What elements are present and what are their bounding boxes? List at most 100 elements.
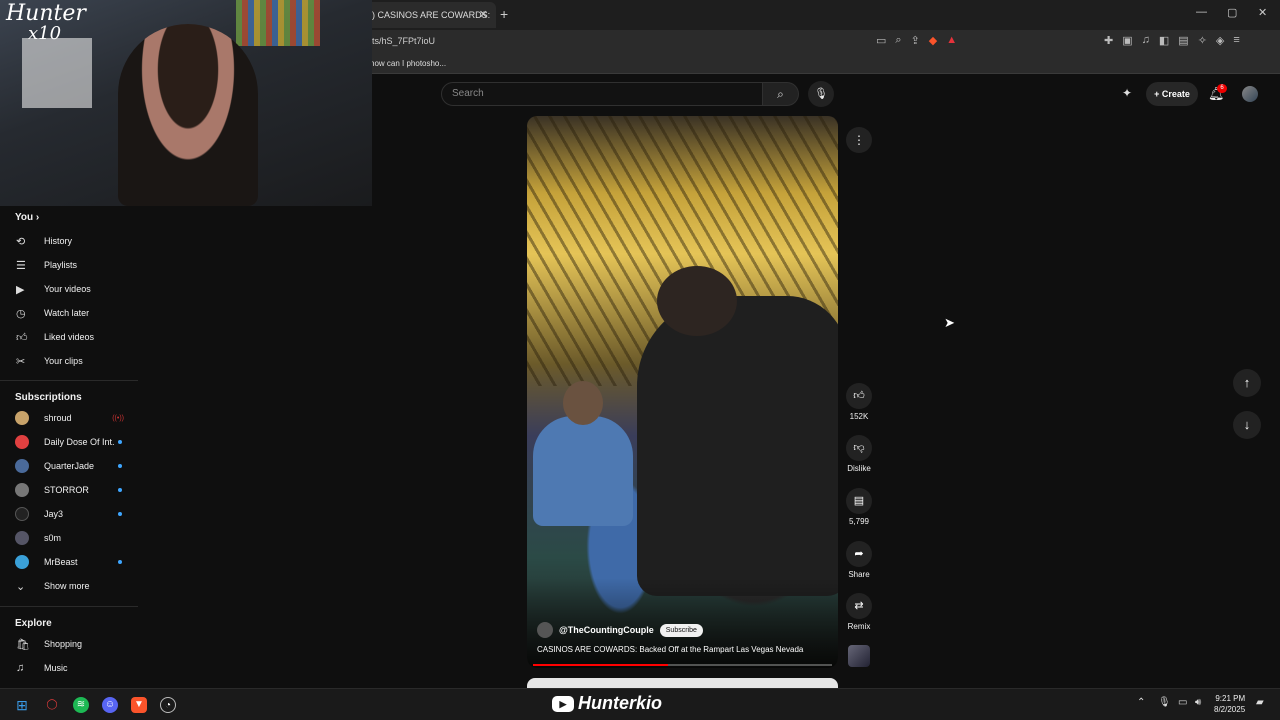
microphone-icon[interactable]: 🎙︎ [1158, 697, 1171, 708]
share-page-icon[interactable]: ⇪ [911, 34, 920, 47]
sidebar-item-label: Your videos [44, 284, 91, 294]
next-short-button[interactable]: ↓ [1233, 411, 1261, 439]
sidebar-item-label: Playlists [44, 260, 78, 270]
brave-rewards-icon[interactable]: ▲ [946, 34, 957, 47]
search-input[interactable]: Search [441, 82, 763, 106]
video-dealer [533, 416, 633, 526]
you-heading[interactable]: You › [15, 212, 39, 223]
vpn-icon[interactable]: ◈ [1216, 34, 1224, 47]
plus-icon: + [1154, 89, 1162, 99]
maximize-button[interactable]: ▢ [1227, 6, 1237, 19]
sidebar-item-playlists[interactable]: ☰ Playlists [0, 254, 138, 276]
chevron-down-icon: ⌄ [16, 580, 26, 593]
spotify-icon[interactable]: ≋ [73, 697, 89, 713]
minimize-button[interactable]: — [1196, 6, 1207, 18]
system-clock[interactable]: 9:21 PM 8/2/2025 [1214, 693, 1245, 715]
previous-short-button[interactable]: ↑ [1233, 369, 1261, 397]
new-content-dot [118, 512, 122, 516]
media-icon[interactable]: ♫ [1142, 34, 1150, 47]
history-icon: ⟲ [16, 235, 26, 248]
dislike-button[interactable]: 👎︎ Dislike [838, 435, 880, 473]
channel-name[interactable]: @TheCountingCouple [559, 625, 654, 635]
stream-logo-sub: x10 [28, 23, 62, 44]
share-button[interactable]: ➦ Share [838, 541, 880, 579]
account-avatar[interactable] [1242, 86, 1258, 102]
show-more-button[interactable]: ⌄ Show more [0, 575, 138, 597]
channel-avatar [15, 555, 29, 569]
shopping-bag-icon: 🛍︎ [16, 638, 30, 651]
menu-icon[interactable]: ≡ [1233, 34, 1239, 47]
brave-shields-icon[interactable]: ◆ [929, 34, 937, 47]
subscription-item[interactable]: shroud ((•)) [0, 407, 138, 429]
new-tab-button[interactable]: + [500, 6, 508, 22]
channel-avatar [15, 435, 29, 449]
brave-browser-icon[interactable]: ▼ [131, 697, 147, 713]
short-video-player[interactable]: @TheCountingCouple Subscribe CASINOS ARE… [527, 116, 838, 668]
arrow-down-icon: ↓ [1243, 417, 1251, 432]
subscription-item[interactable]: QuarterJade [0, 455, 138, 477]
subscription-name: STORROR [44, 485, 89, 495]
network-icon[interactable]: ▭ [1178, 697, 1187, 708]
comments-button[interactable]: ▤ 5,799 [838, 488, 880, 526]
cast-icon[interactable]: ✦ [1122, 86, 1132, 100]
bookmark-item[interactable]: how can I photosho... [370, 59, 446, 68]
mic-icon: 🎙︎ [814, 88, 828, 100]
subscription-item[interactable]: Jay3 [0, 503, 138, 525]
crypto-wallet-icon[interactable]: ▤ [1178, 34, 1188, 47]
channel-avatar [15, 531, 29, 545]
watch-later-icon: ◷ [16, 307, 26, 320]
webcam-overlay: Hunter x10 [0, 0, 372, 206]
notifications-icon[interactable]: ▰ [1256, 697, 1264, 708]
dislike-label: Dislike [847, 464, 871, 473]
tab-close-icon[interactable]: ✕ [479, 8, 488, 21]
discord-icon[interactable]: ☺ [102, 697, 118, 713]
channel-avatar [15, 483, 29, 497]
zoom-icon[interactable]: ⌕ [895, 34, 901, 47]
short-title[interactable]: CASINOS ARE COWARDS: Backed Off at the R… [537, 645, 827, 654]
sidebar-item-history[interactable]: ⟲ History [0, 230, 138, 252]
close-window-button[interactable]: ✕ [1258, 6, 1267, 19]
subscribe-button[interactable]: Subscribe [659, 623, 703, 637]
subscription-item[interactable]: s0m [0, 527, 138, 549]
new-content-dot [118, 440, 122, 444]
url-field[interactable]: ts/hS_7FPt7ioU [372, 36, 435, 46]
subscription-name: QuarterJade [44, 461, 95, 471]
remix-button[interactable]: ⇄ Remix [838, 593, 880, 631]
search-button[interactable]: ⌕ [763, 82, 799, 106]
subscription-item[interactable]: MrBeast [0, 551, 138, 573]
sidebar-item-liked-videos[interactable]: 👍︎ Liked videos [0, 326, 138, 348]
opera-icon[interactable]: ◯ [44, 697, 60, 713]
extensions-icon[interactable]: ✚ [1104, 34, 1113, 47]
subscriptions-heading[interactable]: Subscriptions [15, 392, 82, 403]
sidebar-item-music[interactable]: ♫ Music [0, 657, 138, 679]
more-options-icon[interactable]: ⋮ [846, 127, 872, 153]
browser-tab[interactable]: ) CASINOS ARE COWARDS: ✕ [366, 2, 496, 28]
leo-icon[interactable]: ✧ [1198, 34, 1207, 47]
progress-bar[interactable] [533, 664, 832, 666]
sidebar-item-watch-later[interactable]: ◷ Watch later [0, 302, 138, 324]
windows-start-icon[interactable]: ⊞ [14, 697, 30, 713]
sidebar-item-your-videos[interactable]: ▶ Your videos [0, 278, 138, 300]
channel-avatar[interactable] [537, 622, 553, 638]
thumbs-up-icon: 👍︎ [16, 331, 28, 344]
audio-thumbnail[interactable] [848, 645, 870, 667]
sidebar-toggle-icon[interactable]: ◧ [1159, 34, 1169, 47]
channel-avatar [15, 411, 29, 425]
volume-icon[interactable]: 🔊︎ [1195, 697, 1201, 708]
create-button[interactable]: + Create [1146, 82, 1198, 106]
like-button[interactable]: 👍︎ 152K [838, 383, 880, 421]
arrow-up-icon: ↑ [1243, 375, 1251, 390]
install-app-icon[interactable]: ▭ [876, 34, 886, 47]
sidebar-item-shopping[interactable]: 🛍︎ Shopping [0, 633, 138, 655]
subscription-item[interactable]: STORROR [0, 479, 138, 501]
voice-search-button[interactable]: 🎙︎ [808, 81, 834, 107]
video-dealer-head [563, 381, 603, 425]
tray-overflow-icon[interactable]: ⌃ [1137, 697, 1145, 708]
obs-icon[interactable]: ◔ [160, 697, 176, 713]
wallet-icon[interactable]: ▣ [1122, 34, 1132, 47]
webcam-whiteboard [22, 38, 92, 108]
subscription-item[interactable]: Daily Dose Of Int... [0, 431, 138, 453]
sidebar-item-label: Music [44, 663, 68, 673]
sidebar-item-your-clips[interactable]: ✂ Your clips [0, 350, 138, 372]
sidebar-item-label: Shopping [44, 639, 83, 649]
